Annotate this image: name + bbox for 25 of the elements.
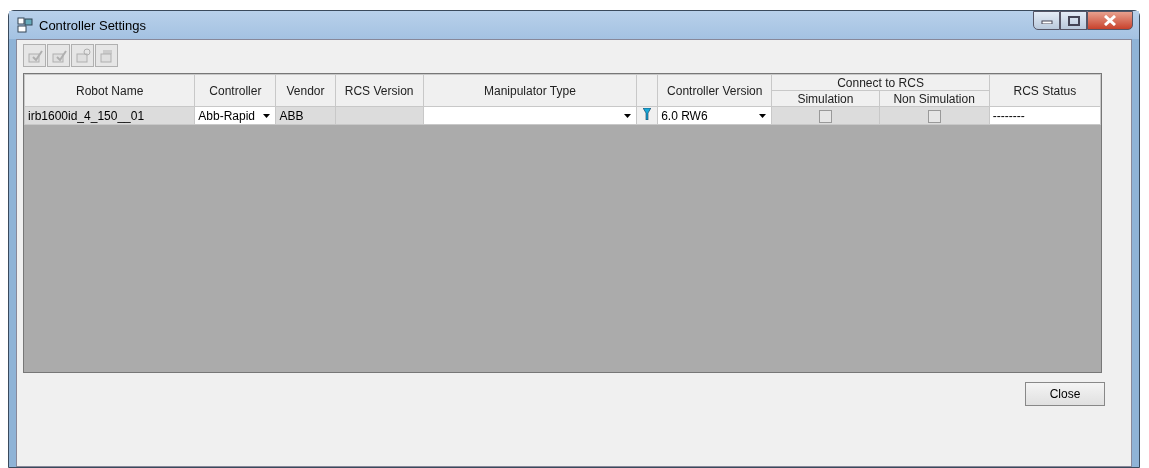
- list-icon: [98, 47, 115, 64]
- column-header: Connect to RCS: [771, 74, 990, 91]
- caret-icon: [263, 114, 271, 118]
- column-header: Controller: [194, 74, 276, 107]
- filter-icon[interactable]: [643, 108, 652, 120]
- checkbox[interactable]: [818, 109, 832, 123]
- column-header: Manipulator Type: [423, 74, 637, 107]
- close-icon: [1103, 15, 1117, 26]
- column-header: Vendor: [275, 74, 336, 107]
- close-button[interactable]: [1087, 11, 1133, 30]
- document-circle-icon: [74, 47, 91, 64]
- caret-icon: [759, 114, 767, 118]
- column-header: RCS Version: [335, 74, 424, 107]
- column-header: Robot Name: [24, 74, 195, 107]
- checkbox[interactable]: [927, 109, 941, 123]
- window-title: Controller Settings: [39, 17, 147, 33]
- minimize-icon: [1040, 17, 1053, 24]
- maximize-icon: [1067, 15, 1080, 26]
- close-button[interactable]: Close: [1025, 382, 1105, 406]
- caret-icon: [624, 114, 632, 118]
- app-icon: [17, 17, 33, 33]
- maximize-button[interactable]: [1060, 11, 1087, 30]
- column-header: Controller Version: [657, 74, 772, 107]
- column-header: RCS Status: [989, 74, 1101, 107]
- minimize-button[interactable]: [1033, 11, 1060, 30]
